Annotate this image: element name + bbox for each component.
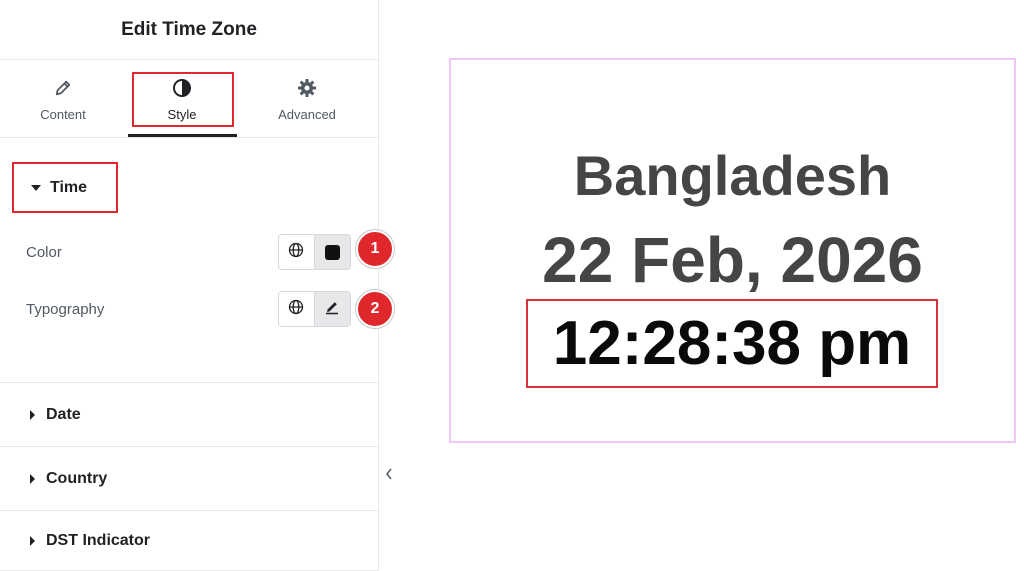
dst-indicator-section-title: DST Indicator (46, 531, 151, 549)
dst-indicator-section-toggle[interactable]: DST Indicator (0, 511, 378, 571)
country-section-toggle[interactable]: Country (0, 447, 378, 511)
time-zone-widget-preview[interactable]: Bangladesh 22 Feb, 2026 12:28:38 pm (449, 58, 1016, 443)
date-display: 22 Feb, 2026 (542, 224, 923, 296)
color-control: Color (26, 234, 366, 270)
pencil-icon (54, 78, 72, 98)
tab-style[interactable]: Style (127, 60, 237, 138)
gear-icon (297, 78, 317, 98)
tab-bar: Content Style Advanced (0, 60, 378, 138)
color-label: Color (26, 243, 62, 261)
editor-panel: Edit Time Zone Content Style Advanced Ti… (0, 0, 379, 571)
time-section-toggle[interactable]: Time (12, 162, 118, 213)
typography-label: Typography (26, 300, 105, 318)
tab-content[interactable]: Content (8, 60, 118, 138)
color-picker-button[interactable] (314, 235, 350, 269)
globe-icon (288, 299, 304, 320)
active-tab-indicator (128, 134, 237, 137)
caret-right-icon (30, 409, 35, 420)
time-highlight: 12:28:38 pm (526, 299, 938, 388)
country-name: Bangladesh (573, 144, 892, 207)
date-section-toggle[interactable]: Date (0, 383, 378, 447)
tab-advanced-label: Advanced (278, 107, 336, 122)
panel-title: Edit Time Zone (121, 18, 257, 40)
color-button-group (278, 234, 351, 270)
caret-right-icon (30, 535, 35, 546)
date-section-title: Date (46, 405, 81, 423)
typography-control: Typography (26, 291, 366, 327)
tab-content-label: Content (40, 107, 86, 122)
tab-style-label: Style (167, 107, 197, 122)
global-typography-button[interactable] (279, 292, 315, 326)
time-section-title: Time (50, 178, 88, 196)
typography-button-group (278, 291, 351, 327)
globe-icon (288, 242, 304, 263)
caret-right-icon (30, 473, 35, 484)
annotation-badge-2: 2 (356, 290, 394, 328)
global-colors-button[interactable] (279, 235, 315, 269)
country-section-title: Country (46, 469, 108, 487)
panel-collapse-button[interactable] (379, 450, 398, 500)
color-swatch (324, 244, 340, 260)
chevron-left-icon (385, 467, 393, 483)
tab-advanced[interactable]: Advanced (252, 60, 362, 138)
panel-header: Edit Time Zone (0, 0, 378, 60)
time-display: 12:28:38 pm (552, 308, 912, 378)
edit-typography-button[interactable] (314, 292, 350, 326)
time-section: Time Color Typography (0, 139, 378, 383)
pencil-icon (324, 299, 340, 320)
contrast-icon (172, 78, 192, 98)
annotation-badge-1: 1 (356, 230, 394, 268)
caret-down-icon (31, 184, 41, 191)
